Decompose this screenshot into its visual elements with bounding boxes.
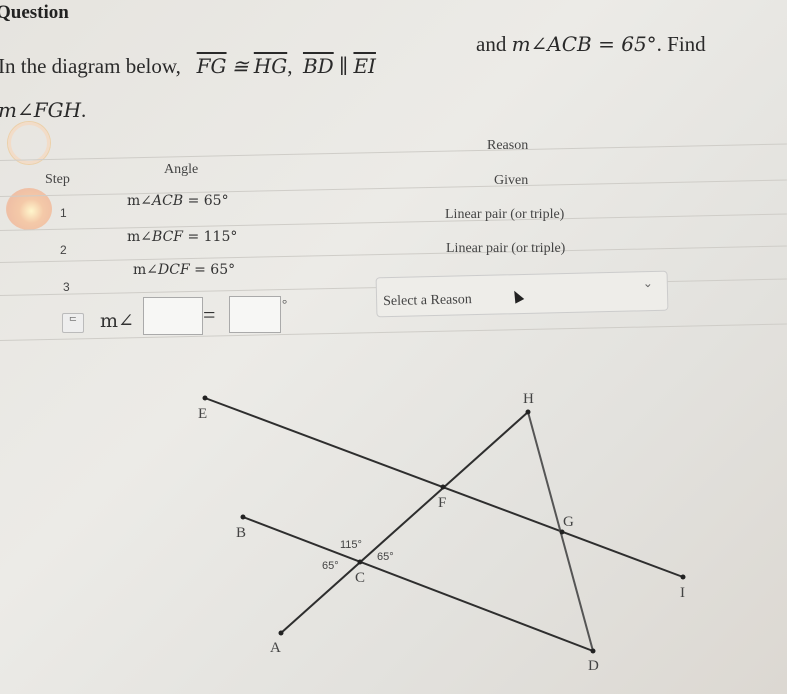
label-a: A — [270, 640, 281, 656]
label-h: H — [523, 391, 534, 407]
angle-label-acb: 65° — [322, 560, 339, 572]
line-bd — [242, 516, 594, 652]
label-b: B — [236, 525, 246, 541]
line-ah — [280, 411, 529, 634]
label-c: C — [355, 570, 365, 586]
point-c — [357, 559, 363, 565]
label-f: F — [438, 495, 446, 511]
point-a — [278, 630, 284, 636]
angle-label-bcf: 115° — [340, 539, 362, 551]
point-b — [240, 514, 246, 520]
label-d: D — [588, 658, 599, 674]
point-h — [525, 409, 531, 415]
point-e — [202, 395, 208, 401]
label-g: G — [563, 514, 574, 530]
label-e: E — [198, 406, 207, 422]
point-f — [440, 484, 446, 490]
label-i: I — [680, 585, 685, 601]
angle-label-dcf: 65° — [377, 551, 394, 563]
geometry-diagram: E F G I B C D A H 115° 65° 65° — [198, 391, 686, 674]
point-i — [680, 574, 686, 580]
point-d — [590, 648, 596, 654]
point-g — [559, 529, 565, 535]
